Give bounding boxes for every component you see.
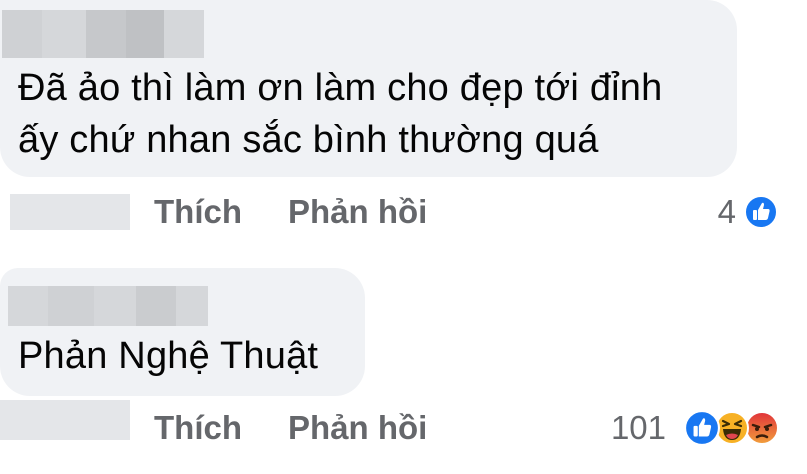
comment-timestamp-blurred[interactable] [10,194,130,230]
comment-text: Phản Nghệ Thuật [18,335,319,377]
reaction-count[interactable]: 101 [590,408,666,448]
reaction-count[interactable]: 4 [690,192,736,232]
comment-text-line-1: Đã ảo thì làm ơn làm cho đẹp tới đỉnh [18,67,663,109]
comment-timestamp-blurred[interactable] [0,400,130,440]
commenter-name-blurred[interactable] [8,286,208,326]
comment-text-line-2: ấy chứ nhan sắc bình thường quá [18,119,599,161]
reply-button[interactable]: Phản hồi [288,192,427,232]
like-button[interactable]: Thích [154,192,242,232]
like-icon [744,195,778,229]
like-icon [684,410,720,446]
like-button[interactable]: Thích [154,408,242,448]
commenter-name-blurred[interactable] [2,10,204,58]
reply-button[interactable]: Phản hồi [288,408,427,448]
